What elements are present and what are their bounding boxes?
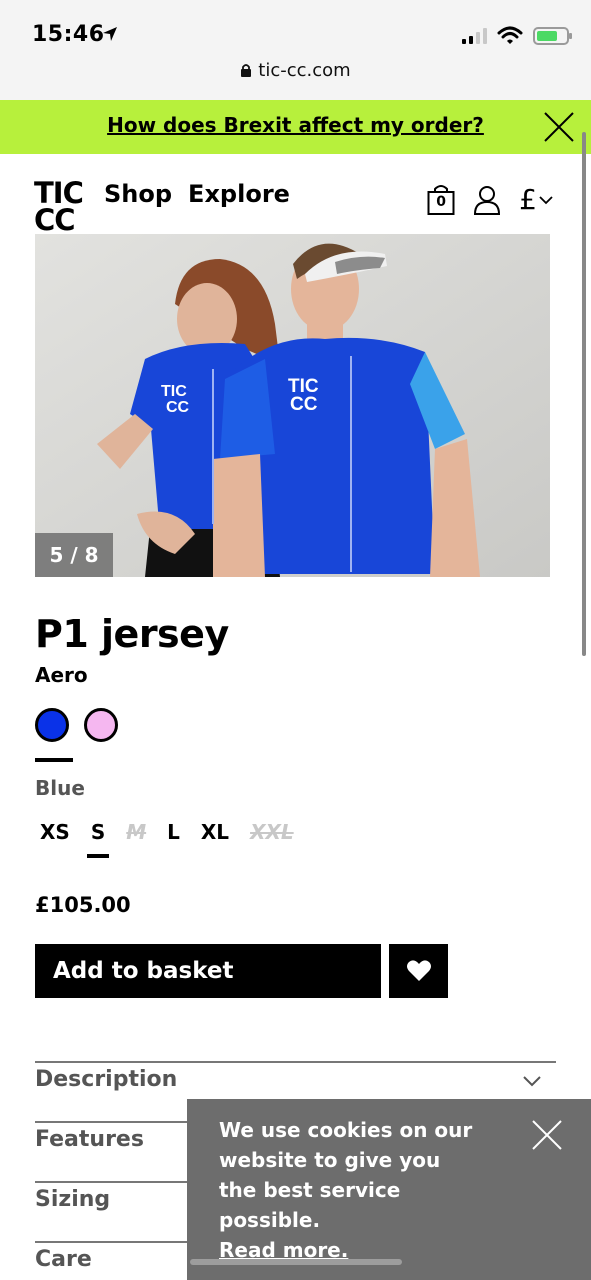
product-price: £105.00 [35,893,131,917]
close-icon[interactable] [531,1119,563,1151]
product-photo: TIC CC TIC CC [35,234,550,577]
nav-shop[interactable]: Shop [104,180,172,208]
wishlist-button[interactable] [389,944,448,998]
main-nav: Shop Explore [104,180,290,208]
jersey-logo-text: CC [166,399,190,416]
cookie-message: We use cookies on our website to give yo… [219,1115,479,1265]
size-xxl-unavailable[interactable]: XXL [250,820,294,844]
swatch-pink[interactable] [84,708,118,742]
signal-icon [462,28,487,44]
product-subtitle: Aero [35,663,88,687]
nav-explore[interactable]: Explore [188,180,290,208]
accordion-label: Features [35,1127,144,1152]
basket-button[interactable]: 0 [427,184,455,216]
size-s[interactable]: S [86,820,110,858]
accordion-label: Description [35,1067,178,1092]
product-title: P1 jersey [35,612,229,656]
logo[interactable]: TIC CC [34,179,88,235]
wifi-icon [497,26,523,44]
chevron-down-icon [523,1076,541,1087]
accordion-label: Sizing [35,1187,111,1212]
gallery-counter: 5 / 8 [35,533,113,577]
accordion-label: Care [35,1247,92,1272]
size-selector: XS S M L XL XXL [40,820,294,858]
currency-selector[interactable]: £ [519,183,553,216]
size-l[interactable]: L [167,820,180,844]
status-bar: 15:46 tic-cc.com [0,0,591,100]
product-gallery[interactable]: TIC CC TIC CC 5 / 8 [35,234,550,577]
heart-icon [406,960,431,981]
selected-swatch-indicator [35,758,73,762]
cookie-banner: We use cookies on our website to give yo… [187,1099,591,1280]
currency-symbol: £ [519,183,537,216]
size-m-unavailable[interactable]: M [126,820,146,844]
location-arrow-icon [103,27,117,41]
close-icon[interactable] [543,111,575,143]
home-indicator[interactable] [190,1259,402,1265]
jersey-logo-text: TIC [161,383,187,400]
brexit-info-link[interactable]: How does Brexit affect my order? [0,113,591,137]
scrollbar[interactable] [582,132,586,656]
size-xl[interactable]: XL [201,820,229,844]
selected-color-name: Blue [35,776,85,800]
url-text: tic-cc.com [258,60,351,81]
basket-count: 0 [436,193,447,210]
header-icons: 0 £ [427,183,553,216]
promo-banner: How does Brexit affect my order? [0,100,591,154]
add-to-basket-button[interactable]: Add to basket [35,944,381,998]
status-icons [462,26,572,46]
status-time: 15:46 [32,22,105,47]
swatch-blue[interactable] [35,708,69,742]
lock-icon [241,64,252,77]
battery-icon [533,27,572,45]
cookie-text: We use cookies on our website to give yo… [219,1118,473,1232]
address-bar[interactable]: tic-cc.com [0,60,591,81]
color-swatches [35,708,118,742]
size-xs[interactable]: XS [40,820,70,844]
chevron-down-icon [539,195,553,204]
account-icon[interactable] [473,185,501,215]
jersey-logo-text: CC [290,394,318,415]
